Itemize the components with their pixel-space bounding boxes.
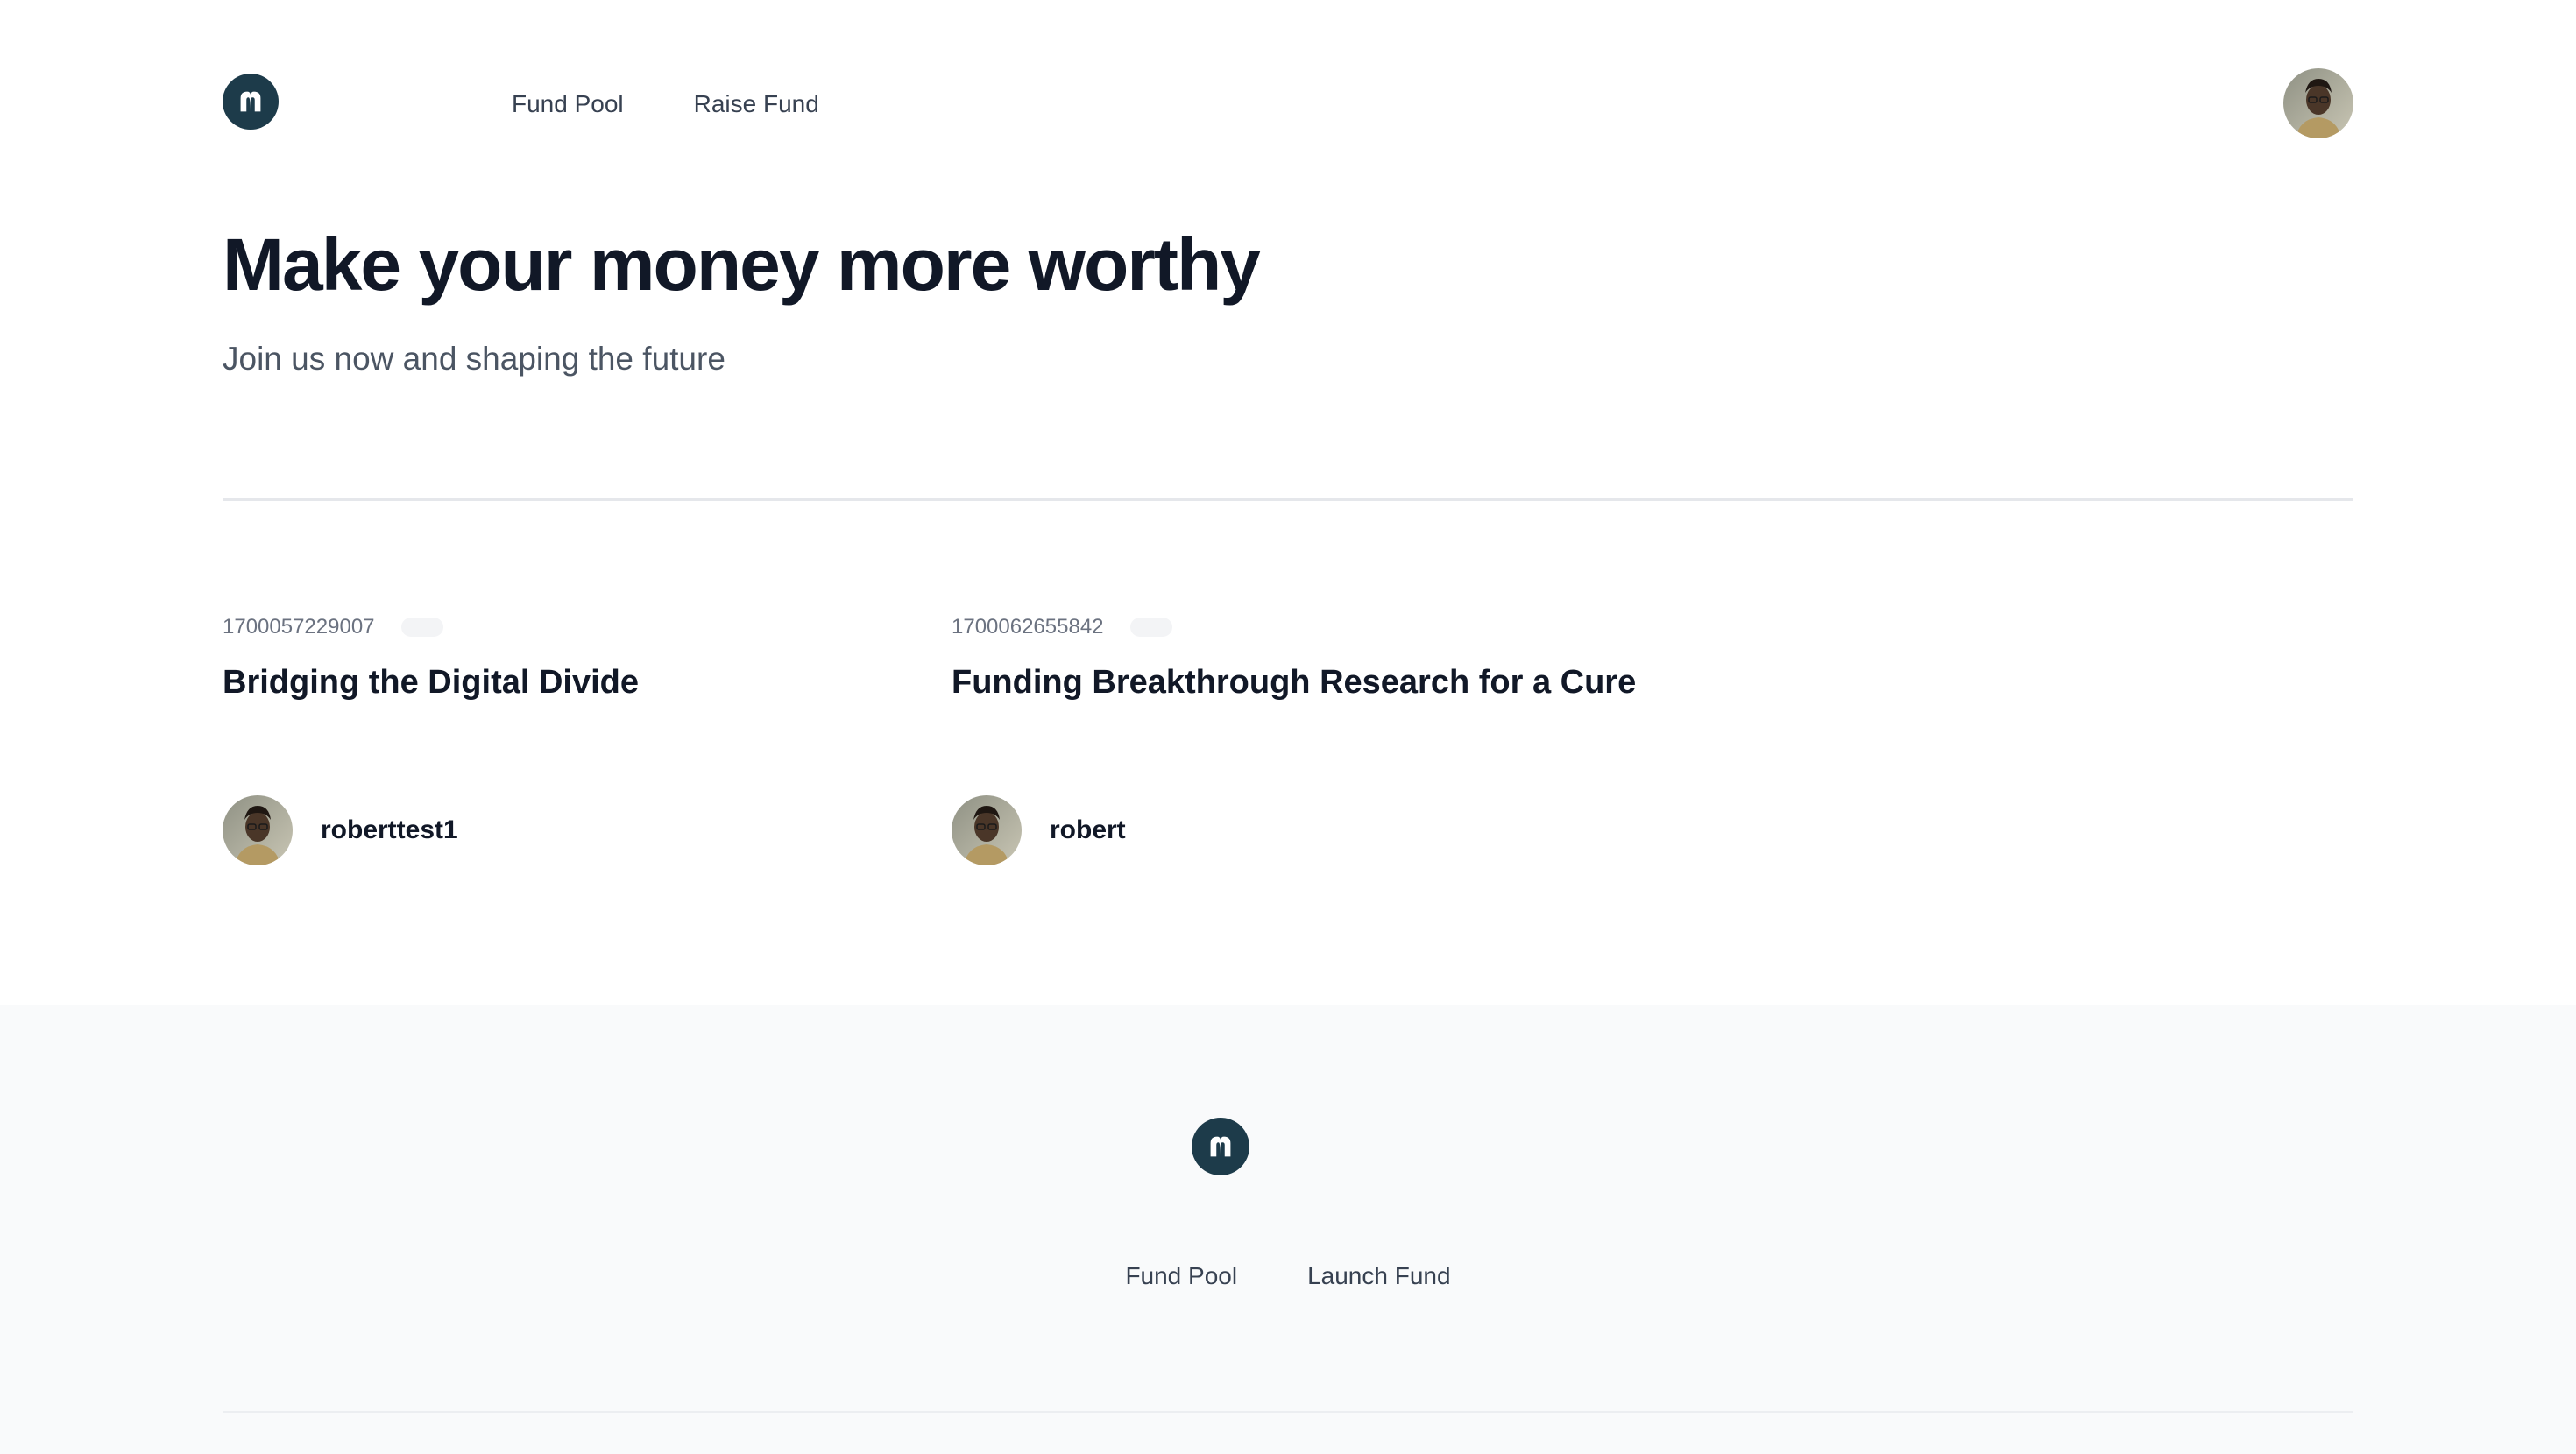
- status-badge: [1129, 618, 1172, 637]
- footer-divider: [223, 1411, 2353, 1413]
- site-header: Fund Pool Raise Fund: [223, 68, 2353, 140]
- site-footer: Fund Pool Launch Fund: [0, 1005, 2576, 1454]
- user-avatar-icon[interactable]: [2283, 68, 2353, 138]
- card-id: 1700057229007: [223, 615, 375, 639]
- author-name: robert: [1050, 815, 1126, 844]
- hero-subtitle: Join us now and shaping the future: [223, 341, 725, 377]
- card-meta: 1700057229007: [223, 613, 906, 641]
- footer-nav-launch-fund[interactable]: Launch Fund: [1307, 1264, 1450, 1288]
- card-author: roberttest1: [223, 795, 458, 865]
- footer-nav-fund-pool[interactable]: Fund Pool: [1125, 1264, 1237, 1288]
- card-id: 1700062655842: [952, 615, 1104, 639]
- brand-logo-icon[interactable]: [223, 74, 279, 130]
- author-name: roberttest1: [321, 815, 458, 844]
- footer-logo-icon[interactable]: [1192, 1118, 1249, 1175]
- page: Fund Pool Raise Fund Make your money mor…: [0, 0, 2576, 1454]
- footer-nav: Fund Pool Launch Fund: [0, 1264, 2576, 1288]
- hero-title: Make your money more worthy: [223, 223, 1261, 306]
- fund-card[interactable]: 1700057229007 Bridging the Digital Divid…: [223, 613, 906, 865]
- card-author: robert: [952, 795, 1126, 865]
- status-badge: [400, 618, 443, 637]
- section-divider: [223, 498, 2353, 501]
- nav-raise-fund[interactable]: Raise Fund: [694, 92, 819, 116]
- author-avatar-icon: [223, 795, 293, 865]
- fund-card[interactable]: 1700062655842 Funding Breakthrough Resea…: [952, 613, 1636, 865]
- main-nav: Fund Pool Raise Fund: [512, 92, 819, 116]
- nav-fund-pool[interactable]: Fund Pool: [512, 92, 624, 116]
- card-title[interactable]: Bridging the Digital Divide: [223, 663, 906, 703]
- card-title[interactable]: Funding Breakthrough Research for a Cure: [952, 663, 1636, 703]
- card-meta: 1700062655842: [952, 613, 1635, 641]
- author-avatar-icon: [952, 795, 1022, 865]
